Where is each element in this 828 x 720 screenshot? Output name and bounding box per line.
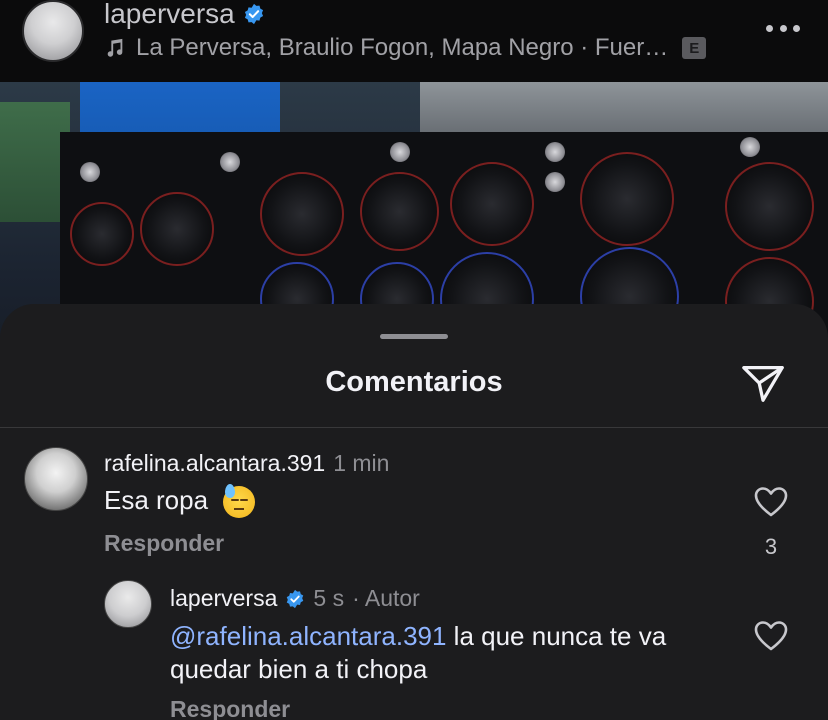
speaker bbox=[70, 202, 134, 266]
music-note-icon bbox=[107, 38, 123, 57]
comment-username[interactable]: rafelina.alcantara.391 bbox=[104, 450, 325, 477]
more-dots-icon[interactable] bbox=[766, 18, 800, 38]
comment-time: 1 min bbox=[333, 450, 390, 476]
post-audio-row[interactable]: La Perversa, Braulio Fogon, Mapa Negro ·… bbox=[104, 34, 707, 62]
sheet-grabber[interactable] bbox=[380, 334, 448, 339]
speaker bbox=[580, 152, 674, 246]
speaker bbox=[360, 172, 439, 251]
author-label: · Autor bbox=[352, 585, 420, 611]
comments-title: Comentarios bbox=[325, 366, 503, 398]
post-audio-title: La Perversa, Braulio Fogon, Mapa Negro ·… bbox=[136, 34, 669, 61]
comment-avatar[interactable] bbox=[24, 447, 88, 511]
explicit-badge: E bbox=[682, 37, 707, 59]
reply-button[interactable]: Responder bbox=[170, 696, 290, 720]
tweeter bbox=[740, 137, 760, 157]
reply-header: laperversa 5 s · Autor bbox=[170, 585, 420, 612]
comment-body: Esa ropa bbox=[104, 484, 256, 519]
comments-sheet: Comentarios rafelina.alcantara.391 1 min… bbox=[0, 304, 828, 720]
reply-body: @rafelina.alcantara.391 la que nunca te … bbox=[170, 620, 730, 686]
tweeter bbox=[545, 172, 565, 192]
speaker bbox=[260, 172, 344, 256]
reply-username[interactable]: laperversa bbox=[170, 585, 277, 612]
reply-avatar[interactable] bbox=[104, 580, 152, 628]
tweeter bbox=[220, 152, 240, 172]
send-paper-plane-icon[interactable] bbox=[740, 360, 786, 406]
speaker bbox=[450, 162, 534, 246]
heart-icon[interactable] bbox=[754, 620, 788, 652]
like-count: 3 bbox=[764, 534, 778, 559]
heart-icon[interactable] bbox=[754, 486, 788, 518]
sheet-divider bbox=[0, 427, 828, 428]
tweeter bbox=[80, 162, 100, 182]
post-username[interactable]: laperversa bbox=[104, 0, 235, 30]
verified-badge-icon bbox=[287, 589, 304, 608]
tweeter bbox=[545, 142, 565, 162]
post-username-row[interactable]: laperversa bbox=[104, 0, 265, 30]
post-author-avatar[interactable] bbox=[22, 0, 84, 62]
screen: laperversa La Perversa, Braulio Fogon, M… bbox=[0, 0, 828, 720]
verified-badge-icon bbox=[244, 3, 263, 25]
post-header: laperversa La Perversa, Braulio Fogon, M… bbox=[0, 0, 828, 82]
speaker bbox=[725, 162, 814, 251]
reply-button[interactable]: Responder bbox=[104, 530, 224, 557]
comment-text: Esa ropa bbox=[104, 485, 209, 515]
mention-link[interactable]: @rafelina.alcantara.391 bbox=[170, 621, 446, 651]
speaker bbox=[140, 192, 214, 266]
sweat-face-emoji bbox=[223, 484, 256, 519]
reply-time: 5 s bbox=[313, 585, 345, 611]
comment-header: rafelina.alcantara.391 1 min bbox=[104, 450, 389, 477]
tweeter bbox=[390, 142, 410, 162]
